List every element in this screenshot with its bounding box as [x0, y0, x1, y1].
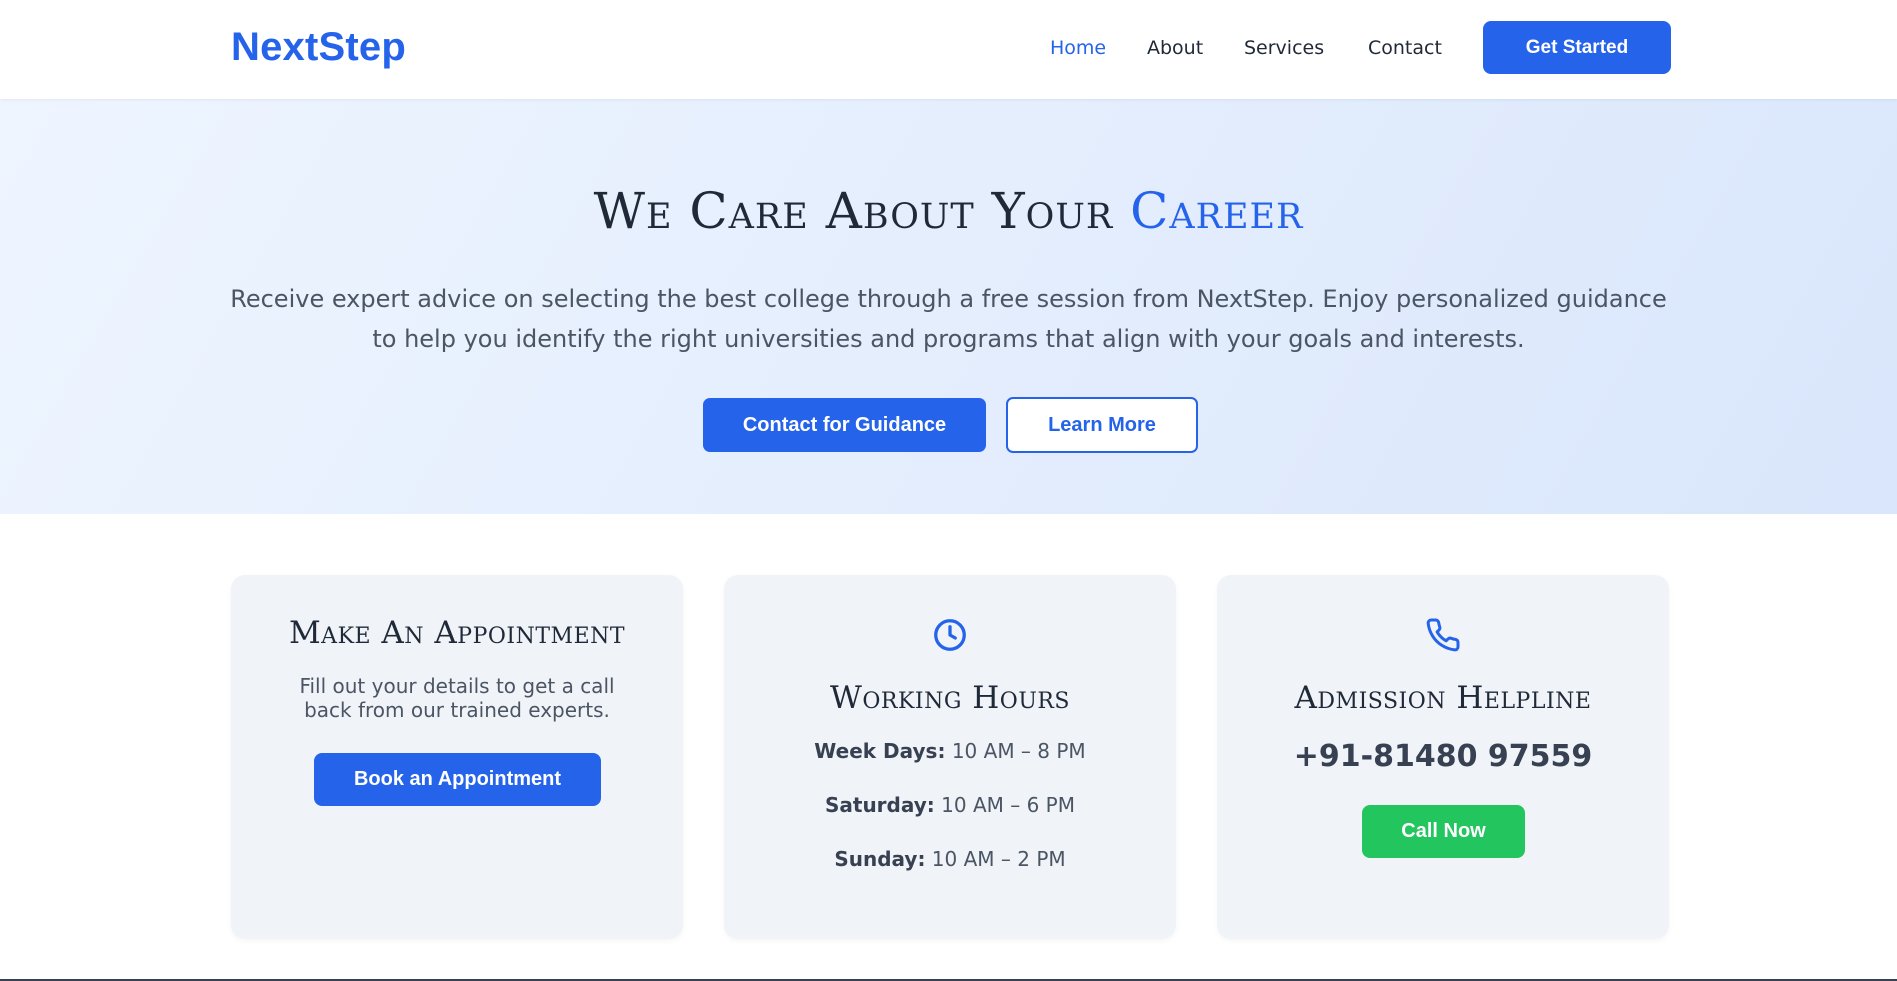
helpline-phone-number: +91-81480 97559 [1293, 739, 1593, 774]
appointment-title: Make An Appointment [288, 615, 626, 651]
nav-contact-link[interactable]: Contact [1368, 37, 1442, 59]
nav-home-link[interactable]: Home [1050, 37, 1106, 59]
book-appointment-button[interactable]: Book an Appointment [314, 753, 601, 806]
working-hours-card: Working Hours Week Days: 10 AM – 8 PM Sa… [724, 575, 1176, 939]
appointment-description: Fill out your details to get a call back… [299, 674, 615, 722]
clock-icon [928, 613, 972, 657]
working-hours-title: Working Hours [829, 680, 1070, 716]
hours-weekdays: Week Days: 10 AM – 8 PM [724, 739, 1176, 763]
hero-title: We Care About Your Career [0, 182, 1897, 240]
learn-more-button[interactable]: Learn More [1006, 397, 1198, 453]
hours-sunday: Sunday: 10 AM – 2 PM [724, 847, 1176, 871]
admission-helpline-card: Admission Helpline +91-81480 97559 Call … [1217, 575, 1669, 939]
logo[interactable]: NextStep [231, 25, 406, 70]
hero-title-accent: Career [1130, 182, 1304, 240]
nav-about-link[interactable]: About [1147, 37, 1203, 59]
admission-helpline-title: Admission Helpline [1294, 680, 1592, 716]
hero-section: We Care About Your Career Receive expert… [0, 99, 1897, 514]
hero-title-main: We Care About Your [593, 182, 1131, 240]
hours-day-label: Saturday: [824, 793, 935, 817]
phone-icon [1421, 613, 1465, 657]
hours-day-label: Sunday: [834, 847, 926, 871]
contact-for-guidance-button[interactable]: Contact for Guidance [703, 398, 986, 452]
call-now-button[interactable]: Call Now [1362, 805, 1525, 858]
get-started-button[interactable]: Get Started [1483, 21, 1671, 74]
hours-time: 10 AM – 8 PM [945, 739, 1086, 763]
site-header: NextStep Home About Services Contact Get… [0, 0, 1897, 99]
hours-saturday: Saturday: 10 AM – 6 PM [724, 793, 1176, 817]
hours-time: 10 AM – 2 PM [925, 847, 1066, 871]
hours-time: 10 AM – 6 PM [934, 793, 1075, 817]
nav-services-link[interactable]: Services [1244, 37, 1324, 59]
hero-description: Receive expert advice on selecting the b… [230, 285, 1667, 353]
hours-day-label: Week Days: [814, 739, 946, 763]
appointment-card: Make An Appointment Fill out your detail… [231, 575, 683, 939]
